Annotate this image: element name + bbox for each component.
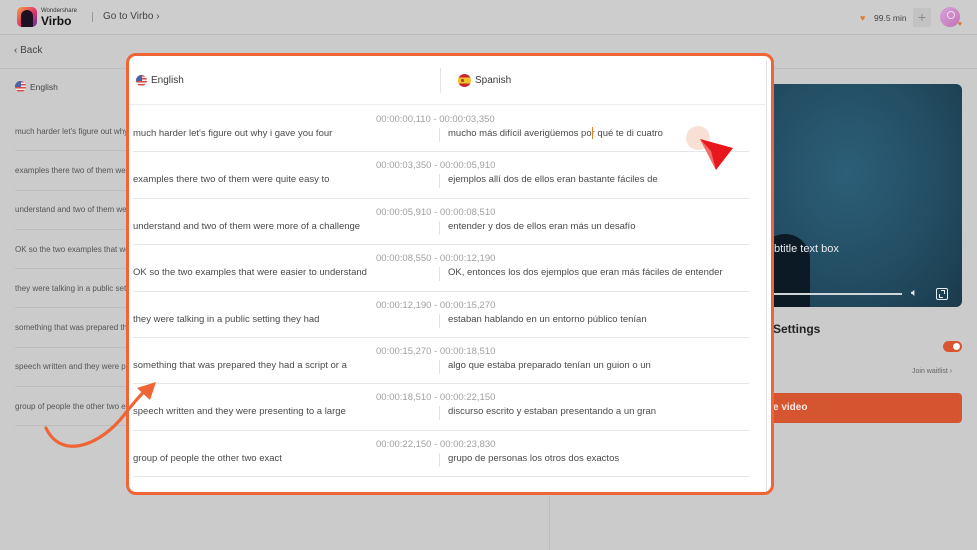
video-progress-bar[interactable]: [774, 293, 902, 295]
translated-subtitle-text[interactable]: algo que estaba preparado tenían un guio…: [448, 360, 651, 371]
brand-name: Wondershare Virbo: [41, 8, 77, 27]
bilingual-subtitle-modal: English Spanish 00:00:00,110 - 00:00:03,…: [126, 53, 774, 495]
subtitle-row[interactable]: 00:00:08,550 - 00:00:12,190 OK so the tw…: [133, 245, 749, 292]
row-column-divider: [439, 267, 440, 282]
source-subtitle-text[interactable]: much harder let's figure out why i gave …: [133, 128, 332, 139]
subtitle-timecode: 00:00:22,150 - 00:00:23,830: [376, 438, 496, 450]
spain-flag-icon: [458, 74, 471, 87]
back-label: Back: [20, 45, 43, 56]
translated-subtitle-text[interactable]: entender y dos de ellos eran más un desa…: [448, 221, 635, 232]
left-subtitle-item[interactable]: speech written and they were presenting …: [15, 348, 127, 388]
translated-subtitle-text[interactable]: estaban hablando en un entorno público t…: [448, 314, 647, 325]
left-subtitle-item[interactable]: they were talking in a public setting th…: [15, 269, 127, 309]
source-language-label: English: [151, 75, 184, 86]
left-subtitle-list: much harder let's figure out why i gave …: [15, 112, 127, 427]
back-button[interactable]: ‹ Back: [14, 45, 42, 56]
target-language-header: Spanish: [458, 74, 511, 87]
panel-divider: [549, 495, 550, 550]
target-language-label: Spanish: [475, 75, 512, 86]
subtitle-rows: 00:00:00,110 - 00:00:03,350 much harder …: [133, 106, 749, 478]
modal-scroll-edge: [766, 60, 767, 492]
chevron-left-icon: ‹: [14, 45, 18, 56]
subtitle-timecode: 00:00:05,910 - 00:00:08,510: [376, 206, 496, 218]
source-subtitle-text[interactable]: group of people the other two exact: [133, 453, 282, 464]
settings-toggle[interactable]: [943, 341, 962, 352]
subtitle-row[interactable]: 00:00:12,190 - 00:00:15,270 they were ta…: [133, 292, 749, 338]
row-column-divider: [439, 359, 440, 374]
subtitle-row[interactable]: 00:00:22,150 - 00:00:23,830 group of peo…: [133, 431, 749, 478]
translated-subtitle-text[interactable]: OK, entonces los dos ejemplos que eran m…: [448, 267, 723, 278]
video-preview[interactable]: [770, 84, 962, 307]
subtitle-timecode: 00:00:00,110 - 00:00:03,350: [376, 114, 495, 125]
video-subtitle-preview: btitle text box: [774, 243, 839, 255]
create-video-button[interactable]: e video: [770, 393, 962, 423]
translated-subtitle-text[interactable]: mucho más difícil averigüemos por qué te…: [448, 128, 663, 139]
us-flag-icon: [15, 81, 26, 92]
chevron-right-icon: ›: [156, 11, 160, 22]
header-column-divider: [440, 68, 441, 93]
source-subtitle-text[interactable]: OK so the two examples that were easier …: [133, 267, 367, 278]
translated-subtitle-text[interactable]: grupo de personas los otros dos exactos: [448, 453, 619, 464]
vip-badge-icon: ♥: [957, 21, 962, 28]
subtitle-timecode: 00:00:15,270 - 00:00:18,510: [376, 345, 496, 357]
credits-value: 99.5 min: [874, 12, 907, 23]
text-caret-icon: [592, 127, 593, 139]
subtitle-timecode: 00:00:12,190 - 00:00:15,270: [376, 299, 496, 311]
left-subtitle-item[interactable]: understand and two of them were more of …: [15, 191, 127, 230]
chevron-right-icon: ›: [949, 368, 953, 375]
translated-subtitle-text[interactable]: ejemplos allí dos de ellos eran bastante…: [448, 174, 658, 185]
subtitle-row[interactable]: 00:00:15,270 - 00:00:18,510 something th…: [133, 338, 749, 385]
left-subtitle-item[interactable]: examples there two of them were quite ea…: [15, 151, 127, 191]
subtitle-row[interactable]: 00:00:03,350 - 00:00:05,910 examples the…: [133, 152, 749, 199]
row-column-divider: [439, 174, 440, 189]
add-credits-button[interactable]: +: [913, 8, 931, 27]
subtitle-row[interactable]: 00:00:05,910 - 00:00:08,510 understand a…: [133, 199, 749, 246]
settings-heading: Settings: [773, 322, 821, 336]
virbo-logo-icon: [17, 7, 37, 27]
top-bar: Wondershare Virbo Go to Virbo › ♥ 99.5 m…: [0, 0, 977, 35]
volume-icon[interactable]: 🔈︎: [911, 287, 918, 300]
subtitle-timecode: 00:00:03,350 - 00:00:05,910: [376, 160, 496, 172]
source-subtitle-text[interactable]: understand and two of them were more of …: [133, 221, 360, 232]
us-flag-icon: [136, 75, 147, 86]
left-language-text: English: [30, 81, 58, 92]
left-subtitle-item[interactable]: OK so the two examples that were easier …: [15, 230, 127, 270]
source-subtitle-text[interactable]: they were talking in a public setting th…: [133, 314, 319, 325]
go-to-virbo-label: Go to Virbo: [103, 11, 154, 22]
subtitle-row[interactable]: 00:00:18,510 - 00:00:22,150 speech writt…: [133, 384, 749, 431]
fullscreen-icon[interactable]: [936, 288, 948, 300]
left-subtitle-item[interactable]: something that was prepared they had a s…: [15, 308, 127, 348]
left-subtitle-item[interactable]: much harder let's figure out why i gave …: [15, 112, 127, 152]
left-language-label: English: [15, 81, 58, 92]
row-column-divider: [439, 313, 440, 328]
row-column-divider: [439, 452, 440, 467]
subtitle-timecode: 00:00:08,550 - 00:00:12,190: [376, 253, 496, 265]
source-subtitle-text[interactable]: something that was prepared they had a s…: [133, 360, 347, 371]
modal-header: English Spanish: [129, 56, 765, 105]
source-subtitle-text[interactable]: examples there two of them were quite ea…: [133, 174, 329, 185]
translated-subtitle-text[interactable]: discurso escrito y estaban presentando a…: [448, 406, 656, 417]
row-column-divider: [439, 220, 440, 235]
credits-balance: ♥ 99.5 min: [856, 8, 911, 27]
brand-divider: [92, 12, 93, 22]
row-column-divider: [439, 406, 440, 421]
left-subtitle-item[interactable]: group of people the other two exact: [15, 387, 127, 427]
brand-product: Virbo: [41, 14, 72, 28]
row-column-divider: [439, 128, 440, 142]
join-waitlist-link[interactable]: Join waitlist ›: [912, 368, 952, 375]
source-subtitle-text[interactable]: speech written and they were presenting …: [133, 406, 346, 417]
subtitle-row[interactable]: 00:00:00,110 - 00:00:03,350 much harder …: [133, 106, 749, 153]
subtitle-timecode: 00:00:18,510 - 00:00:22,150: [376, 392, 496, 404]
join-waitlist-label: Join waitlist: [912, 368, 948, 375]
source-language-header: English: [136, 75, 184, 86]
diamond-icon: ♥: [860, 12, 866, 23]
user-avatar[interactable]: ♥: [940, 7, 962, 28]
go-to-virbo-link[interactable]: Go to Virbo ›: [103, 11, 160, 22]
